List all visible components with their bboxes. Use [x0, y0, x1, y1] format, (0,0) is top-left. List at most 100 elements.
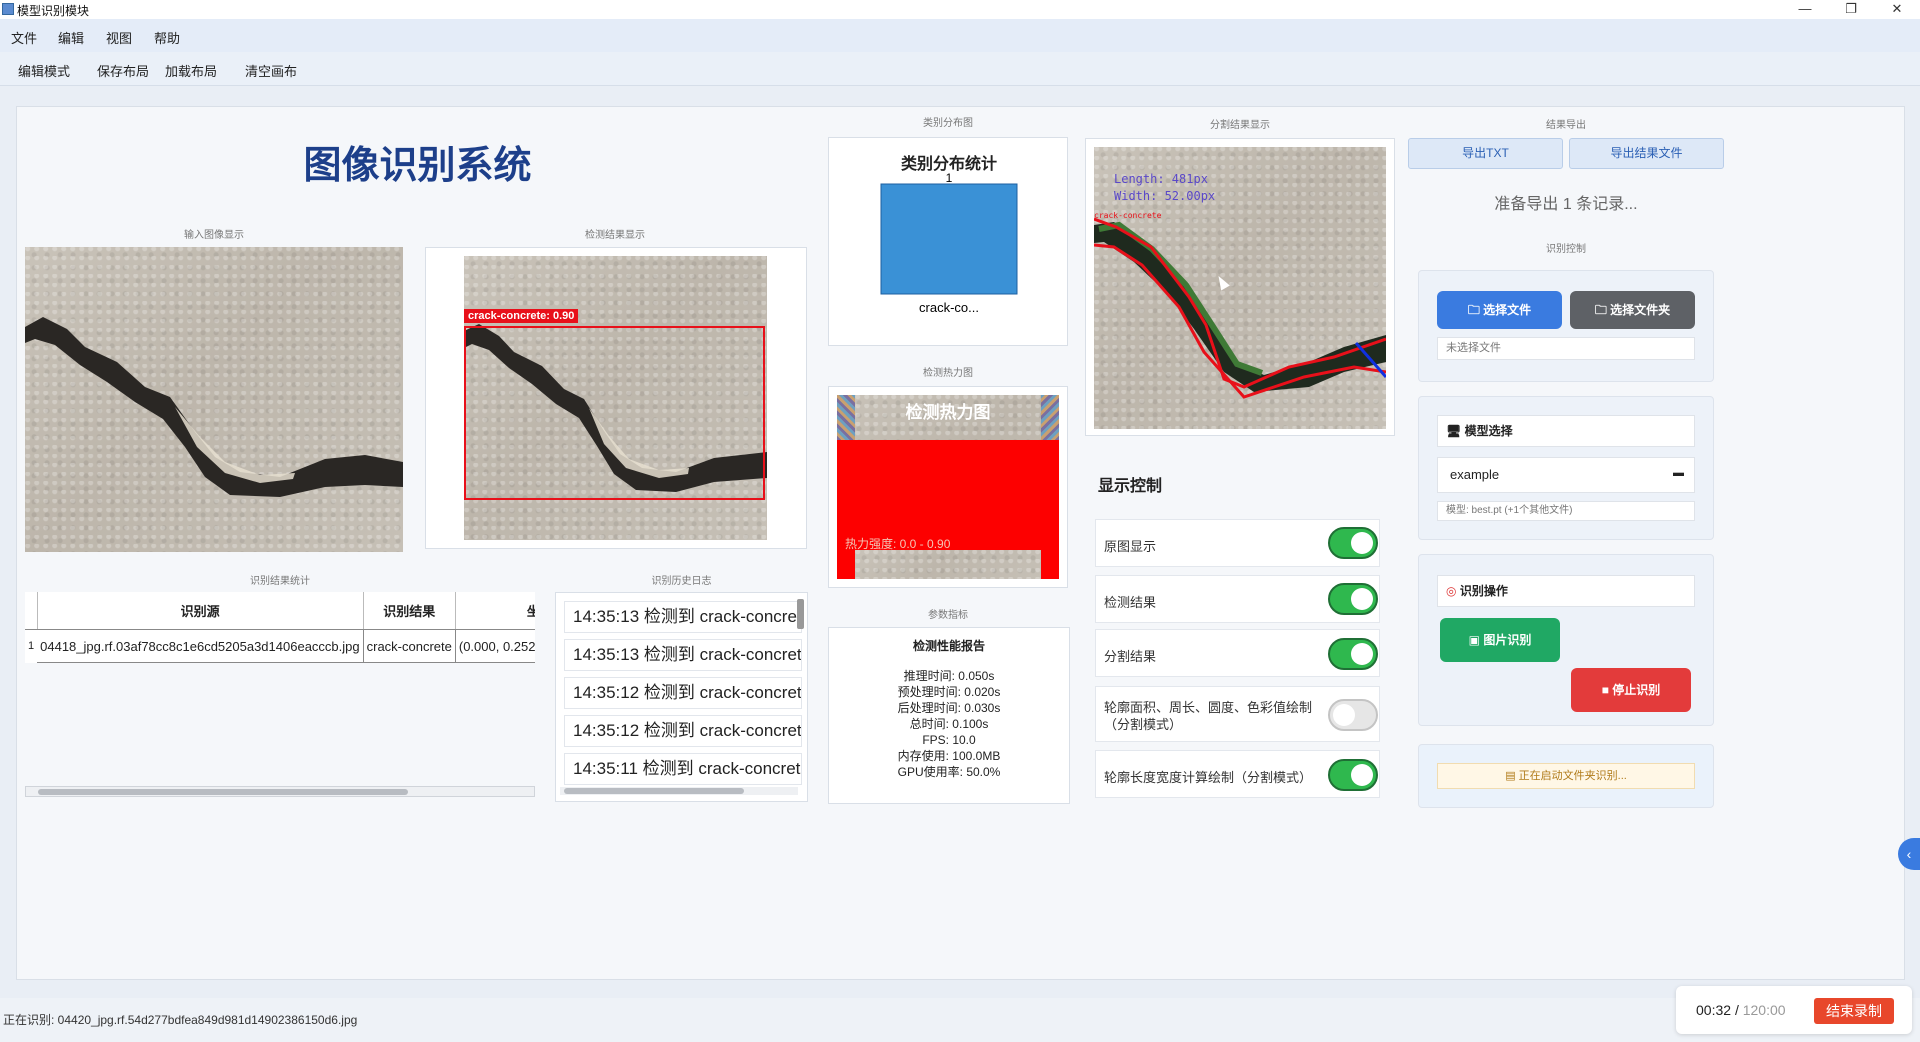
input-image [25, 247, 403, 552]
perf-lines: 推理时间: 0.050s 预处理时间: 0.020s 后处理时间: 0.030s… [829, 668, 1069, 780]
cell-source[interactable]: 04418_jpg.rf.03af78cc8c1e6cd5205a3d1406e… [37, 629, 364, 663]
stats-caption: 识别结果统计 [250, 576, 310, 587]
results-table: 识别源 识别结果 坐标 1 04418_jpg.rf.03af78cc8c1e6… [25, 592, 535, 663]
column-header-coords[interactable]: 坐标 [455, 592, 535, 630]
toggle-label: 检测结果 [1104, 595, 1157, 610]
perf-gpu: GPU使用率: 50.0% [897, 765, 1001, 779]
toggle-row-detection: 检测结果 [1095, 575, 1380, 623]
log-entry[interactable]: 14:35:11 检测到 crack-concrete [564, 753, 802, 785]
log-entry[interactable]: 14:35:12 检测到 crack-concrete [564, 715, 802, 747]
model-select[interactable]: example ▬ [1437, 457, 1695, 493]
file-select-section: 🗀 选择文件 🗀 选择文件夹 未选择文件 [1418, 270, 1714, 382]
seg-panel: Length: 481px Width: 52.00px crack-concr… [1085, 138, 1395, 436]
model-header: 🖥 模型选择 [1437, 415, 1695, 447]
close-icon[interactable]: ✕ [1874, 0, 1920, 19]
menu-help[interactable]: 帮助 [154, 28, 180, 47]
history-log: 14:35:13 检测到 crack-concrete 14:35:13 检测到… [555, 592, 808, 802]
column-header-result[interactable]: 识别结果 [363, 592, 456, 630]
ops-header: ◎ 识别操作 [1437, 575, 1695, 607]
detection-label: crack-concrete: 0.90 [464, 309, 579, 323]
edit-mode-button[interactable]: 编辑模式 [18, 61, 70, 80]
menu-file[interactable]: 文件 [11, 28, 37, 47]
toggle-knob [1333, 704, 1355, 726]
cell-result[interactable]: crack-concrete [363, 629, 456, 663]
log-scroll-thumb[interactable] [564, 788, 744, 794]
save-layout-button[interactable]: 保存布局 [97, 61, 149, 80]
file-path-field[interactable]: 未选择文件 [1437, 337, 1695, 360]
log-v-scrollbar[interactable] [797, 599, 804, 629]
perf-memory: 内存使用: 100.0MB [897, 749, 1001, 763]
title-bar: 模型识别模块 — ❐ ✕ [0, 0, 1920, 19]
log-h-scrollbar[interactable] [560, 787, 798, 795]
perf-preprocess: 预处理时间: 0.020s [897, 685, 1001, 699]
folder-icon: 🗀 [1467, 303, 1484, 317]
bar [880, 183, 1018, 295]
table-scroll-thumb[interactable] [38, 789, 408, 795]
recorder-separator: / [1734, 1002, 1739, 1018]
segmentation-toggle[interactable] [1328, 638, 1378, 670]
perf-fps: FPS: 10.0 [922, 733, 976, 747]
image-icon: ▣ [1468, 633, 1484, 647]
export-txt-button[interactable]: 导出TXT [1408, 138, 1563, 169]
original-toggle[interactable] [1328, 527, 1378, 559]
clear-canvas-button[interactable]: 清空画布 [245, 61, 297, 80]
target-icon: ◎ [1446, 584, 1460, 598]
model-info: 模型: best.pt (+1个其他文件) [1437, 501, 1695, 521]
menu-edit[interactable]: 编辑 [58, 28, 84, 47]
menu-view[interactable]: 视图 [106, 28, 132, 47]
seg-tag: crack-concrete [1094, 211, 1162, 220]
log-entry[interactable]: 14:35:12 检测到 crack-concrete [564, 677, 802, 709]
minimize-icon[interactable]: — [1782, 0, 1828, 19]
toolbar: 编辑模式 保存布局 加载布局 清空画布 [0, 52, 1920, 86]
load-layout-button[interactable]: 加载布局 [165, 61, 217, 80]
table-h-scrollbar[interactable] [25, 786, 535, 797]
toggle-row-segmentation: 分割结果 [1095, 629, 1380, 677]
column-header-source[interactable]: 识别源 [37, 592, 364, 630]
log-caption: 识别历史日志 [651, 576, 712, 587]
detection-toggle[interactable] [1328, 583, 1378, 615]
heatmap-intensity: 热力强度: 0.0 - 0.90 [845, 537, 951, 551]
seg-caption: 分割结果显示 [1210, 120, 1270, 131]
select-folder-button[interactable]: 🗀 选择文件夹 [1570, 291, 1695, 329]
model-icon: 🖥 [1446, 424, 1465, 438]
log-entry[interactable]: 14:35:13 检测到 crack-concrete [564, 601, 802, 633]
cell-coords[interactable]: (0.000, 0.252, 0 [455, 629, 535, 663]
recorder-elapsed: 00:32 [1696, 1002, 1732, 1018]
contour-length-toggle[interactable] [1328, 759, 1378, 791]
seg-image: Length: 481px Width: 52.00px crack-concr… [1094, 147, 1386, 429]
detect-image: crack-concrete: 0.90 [464, 256, 767, 540]
heatmap-uncovered [855, 550, 1041, 579]
image-recognize-button[interactable]: ▣ 图片识别 [1440, 618, 1560, 662]
detection-box [464, 326, 765, 500]
heatmap-panel: 检测热力图 热力强度: 0.0 - 0.90 [828, 386, 1068, 588]
performance-panel: 检测性能报告 推理时间: 0.050s 预处理时间: 0.020s 后处理时间:… [828, 627, 1070, 804]
image-recognize-label: 图片识别 [1483, 633, 1532, 647]
stop-recording-button[interactable]: 结束录制 [1814, 998, 1894, 1024]
stop-recognize-button[interactable]: ■ 停止识别 [1571, 668, 1691, 712]
folder-icon: 🗀 [1594, 303, 1611, 317]
restore-icon[interactable]: ❐ [1828, 0, 1874, 19]
window-title: 模型识别模块 [17, 4, 90, 18]
toggle-label: 原图显示 [1104, 539, 1157, 554]
input-image-caption: 输入图像显示 [184, 230, 244, 241]
log-entry[interactable]: 14:35:13 检测到 crack-concrete [564, 639, 802, 671]
ops-section: ◎ 识别操作 ▣ 图片识别 ■ 停止识别 [1418, 554, 1714, 726]
export-caption: 结果导出 [1546, 120, 1586, 131]
export-file-button[interactable]: 导出结果文件 [1569, 138, 1724, 169]
row-index-header [25, 592, 38, 630]
menu-bar: 文件 编辑 视图 帮助 [0, 19, 1920, 52]
toggle-label: 轮廓面积、周长、圆度、色彩值绘制（分割模式） [1104, 700, 1313, 732]
contour-area-toggle[interactable] [1328, 699, 1378, 731]
export-status: 准备导出 1 条记录... [1494, 196, 1638, 213]
select-file-button[interactable]: 🗀 选择文件 [1437, 291, 1562, 329]
heatmap-image: 检测热力图 热力强度: 0.0 - 0.90 [837, 395, 1059, 579]
table-row[interactable]: 1 04418_jpg.rf.03af78cc8c1e6cd5205a3d140… [25, 629, 535, 663]
dropdown-icon: ▬ [1673, 467, 1684, 479]
page-title: 图像识别系统 [303, 143, 532, 187]
recorder-timer: 00:32 / 120:00 [1696, 1002, 1786, 1018]
model-header-label: 模型选择 [1464, 424, 1513, 438]
ops-status-label: 正在启动文件夹识别... [1518, 770, 1627, 782]
heat-caption: 检测热力图 [923, 368, 973, 379]
toggle-row-contour-length: 轮廓长度宽度计算绘制（分割模式） [1095, 750, 1380, 798]
ops-status: ▤ 正在启动文件夹识别... [1437, 763, 1695, 789]
